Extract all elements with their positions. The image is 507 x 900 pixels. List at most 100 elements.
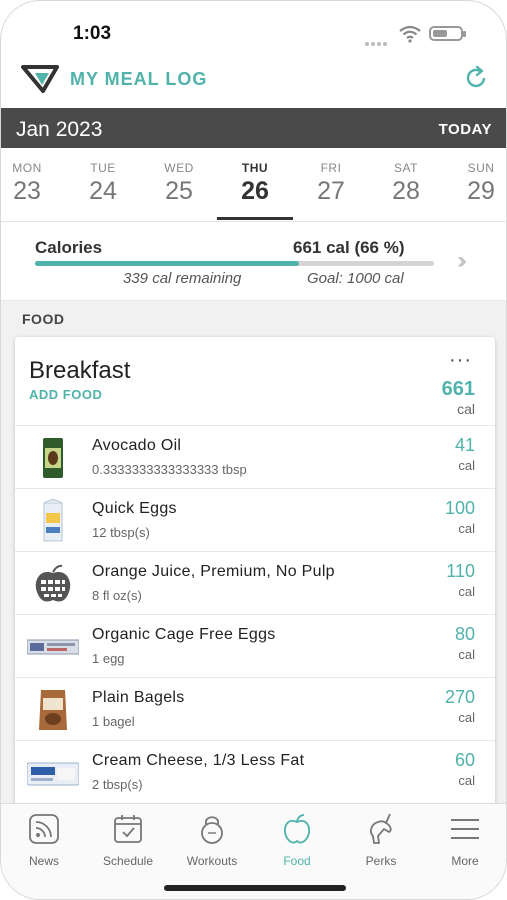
food-item-calories: 41	[454, 435, 475, 455]
tab-more[interactable]: More	[423, 812, 506, 872]
food-item-name: Plain Bagels	[92, 689, 185, 706]
day-name: TUE	[90, 161, 116, 175]
food-item[interactable]: Cream Cheese, 1/3 Less Fat 2 tbsp(s) 60 …	[15, 740, 495, 803]
food-item-serving: 1 bagel	[92, 714, 135, 729]
more-options-icon[interactable]: ···	[449, 349, 472, 372]
day-wed[interactable]: WED 25	[141, 148, 217, 222]
logo-icon	[21, 63, 59, 100]
home-indicator	[164, 885, 346, 891]
food-item[interactable]: Avocado Oil 0.3333333333333333 tbsp 41 c…	[15, 425, 495, 488]
calories-value: 661 cal (66 %)	[293, 238, 405, 257]
food-section-title: FOOD	[22, 311, 65, 327]
tab-workouts[interactable]: Workouts	[170, 812, 254, 872]
day-name: WED	[164, 161, 194, 175]
food-item-unit: cal	[458, 584, 475, 599]
tab-food[interactable]: Food	[255, 812, 339, 872]
news-icon	[29, 814, 59, 844]
day-fri[interactable]: FRI 27	[293, 148, 369, 222]
food-item-name: Cream Cheese, 1/3 Less Fat	[92, 752, 305, 769]
cream-cheese-thumbnail	[26, 751, 80, 795]
day-selector: MON 23 TUE 24 WED 25 THU 26 FRI 27 SAT 2…	[1, 148, 506, 222]
calories-summary[interactable]: Calories 661 cal (66 %) 339 cal remainin…	[1, 223, 506, 301]
day-date: 29	[467, 177, 495, 205]
food-item-calories: 270	[444, 687, 475, 707]
month-label: Jan 2023	[16, 118, 103, 141]
day-date: 27	[317, 177, 345, 205]
calories-label: Calories	[35, 238, 103, 257]
day-date: 28	[392, 177, 420, 205]
day-date: 25	[165, 177, 193, 205]
day-name: THU	[241, 161, 269, 175]
day-name: SUN	[467, 161, 495, 175]
day-date: 26	[241, 177, 269, 205]
calories-remaining: 339 cal remaining	[123, 270, 242, 287]
food-item-serving: 0.3333333333333333 tbsp	[92, 462, 247, 477]
food-item-unit: cal	[458, 458, 475, 473]
tab-perks[interactable]: Perks	[339, 812, 423, 872]
food-item[interactable]: Plain Bagels 1 bagel 270 cal	[15, 677, 495, 740]
food-item[interactable]: Quick Eggs 12 tbsp(s) 100 cal	[15, 488, 495, 551]
apple-icon	[284, 814, 310, 844]
tab-schedule[interactable]: Schedule	[86, 812, 170, 872]
food-item-name: Organic Cage Free Eggs	[92, 626, 276, 643]
calories-goal: Goal: 1000 cal	[307, 270, 404, 287]
food-section: FOOD Breakfast ADD FOOD ··· 661 cal Avoc…	[1, 301, 506, 803]
day-date: 23	[13, 177, 41, 205]
chevron-double-right-icon[interactable]: ››	[457, 247, 467, 275]
tab-news[interactable]: News	[2, 812, 86, 872]
calories-progress-bar	[35, 261, 434, 266]
app-header: MY MEAL LOG	[1, 57, 506, 107]
add-food-button[interactable]: ADD FOOD	[29, 387, 102, 402]
egg-carton-thumbnail	[27, 498, 79, 543]
food-item-unit: cal	[458, 773, 475, 788]
status-bar: 1:03	[1, 1, 506, 57]
day-name: FRI	[320, 161, 342, 175]
food-item[interactable]: Orange Juice, Premium, No Pulp 8 fl oz(s…	[15, 551, 495, 614]
food-item-unit: cal	[458, 521, 475, 536]
food-item-calories: 80	[454, 624, 475, 644]
food-item-list: Avocado Oil 0.3333333333333333 tbsp 41 c…	[15, 425, 495, 803]
bagel-bag-thumbnail	[27, 688, 79, 732]
meal-title: Breakfast	[29, 357, 131, 384]
food-item-serving: 12 tbsp(s)	[92, 525, 150, 540]
food-item-name: Avocado Oil	[92, 437, 182, 454]
tab-label: Schedule	[102, 854, 154, 868]
day-name: SAT	[394, 161, 418, 175]
status-time: 1:03	[73, 23, 112, 44]
meal-card-breakfast: Breakfast ADD FOOD ··· 661 cal Avocado O…	[15, 337, 495, 803]
calories-progress-fill	[35, 261, 299, 266]
food-item-calories: 100	[444, 498, 475, 518]
day-sun[interactable]: SUN 29	[443, 148, 506, 222]
food-item-calories: 110	[446, 561, 475, 581]
refresh-icon[interactable]	[461, 63, 491, 98]
day-thu[interactable]: THU 26	[217, 148, 293, 222]
day-sat[interactable]: SAT 28	[368, 148, 444, 222]
day-tue[interactable]: TUE 24	[65, 148, 141, 222]
food-item[interactable]: Organic Cage Free Eggs 1 egg 80 cal	[15, 614, 495, 677]
day-name: MON	[12, 161, 42, 175]
battery-icon	[429, 26, 466, 41]
avocado-oil-bottle-thumbnail	[27, 436, 79, 480]
meal-total-calories: 661	[441, 378, 475, 400]
food-item-unit: cal	[458, 647, 475, 662]
food-item-serving: 8 fl oz(s)	[92, 588, 142, 603]
signal-icon	[365, 33, 391, 46]
apple-grid-icon	[27, 562, 79, 606]
menu-icon	[451, 819, 479, 839]
tab-label: More	[451, 854, 479, 868]
tab-label: News	[28, 854, 59, 868]
month-bar: Jan 2023 TODAY	[1, 108, 506, 148]
food-item-unit: cal	[458, 710, 475, 725]
food-item-name: Orange Juice, Premium, No Pulp	[92, 563, 335, 580]
today-button[interactable]: TODAY	[439, 121, 492, 138]
tab-label: Workouts	[186, 854, 238, 868]
food-item-serving: 1 egg	[92, 651, 125, 666]
page-title: MY MEAL LOG	[70, 69, 208, 89]
kettlebell-icon	[201, 816, 223, 844]
meal-total-unit: cal	[457, 401, 475, 417]
day-mon[interactable]: MON 23	[1, 148, 65, 222]
wifi-icon	[398, 25, 422, 48]
food-item-name: Quick Eggs	[92, 500, 177, 517]
calendar-icon	[114, 815, 142, 843]
tab-label: Perks	[365, 854, 397, 868]
